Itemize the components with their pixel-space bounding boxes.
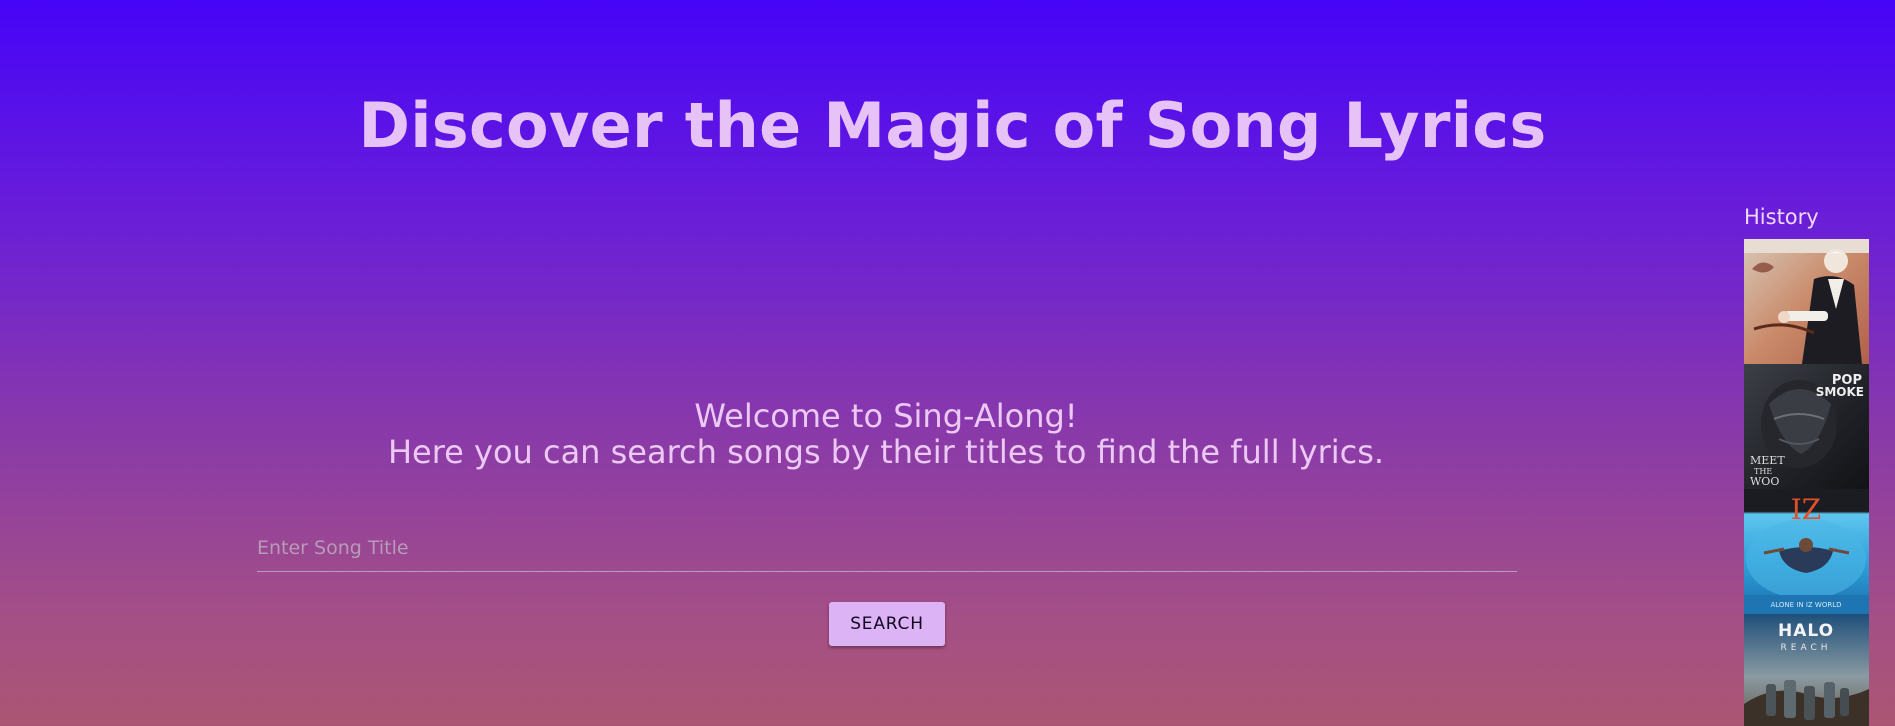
page-title: Discover the Magic of Song Lyrics [358, 89, 1547, 162]
history-panel: History POP SMOKE MEET THE WOO IZ ALONE … [1744, 203, 1869, 726]
svg-text:WOO: WOO [1750, 475, 1779, 488]
history-album-4[interactable]: HALO REACH [1744, 614, 1869, 726]
history-title: History [1744, 205, 1819, 229]
search-button[interactable]: SEARCH [829, 602, 945, 646]
welcome-line-1: Welcome to Sing-Along! [694, 397, 1078, 435]
album-cover-image [1744, 239, 1869, 364]
svg-text:IZ: IZ [1791, 493, 1822, 526]
welcome-line-2: Here you can search songs by their title… [387, 433, 1385, 471]
svg-text:HALO: HALO [1778, 621, 1834, 641]
album-cover-image: POP SMOKE MEET THE WOO [1744, 364, 1869, 489]
history-album-1[interactable] [1744, 239, 1869, 364]
welcome-message: Welcome to Sing-Along! Here you can sear… [0, 398, 1772, 470]
history-list: POP SMOKE MEET THE WOO IZ ALONE IN IZ WO… [1744, 239, 1869, 726]
svg-text:SMOKE: SMOKE [1816, 385, 1864, 399]
history-album-2[interactable]: POP SMOKE MEET THE WOO [1744, 364, 1869, 489]
album-cover-image: HALO REACH [1744, 614, 1869, 726]
song-title-input[interactable] [257, 520, 1517, 572]
history-album-3[interactable]: IZ ALONE IN IZ WORLD [1744, 489, 1869, 614]
album-cover-image: IZ ALONE IN IZ WORLD [1744, 489, 1869, 614]
svg-text:REACH: REACH [1781, 643, 1832, 653]
svg-text:MEET: MEET [1750, 454, 1785, 467]
search-field-container [257, 520, 1517, 572]
svg-text:ALONE IN IZ WORLD: ALONE IN IZ WORLD [1770, 601, 1841, 609]
